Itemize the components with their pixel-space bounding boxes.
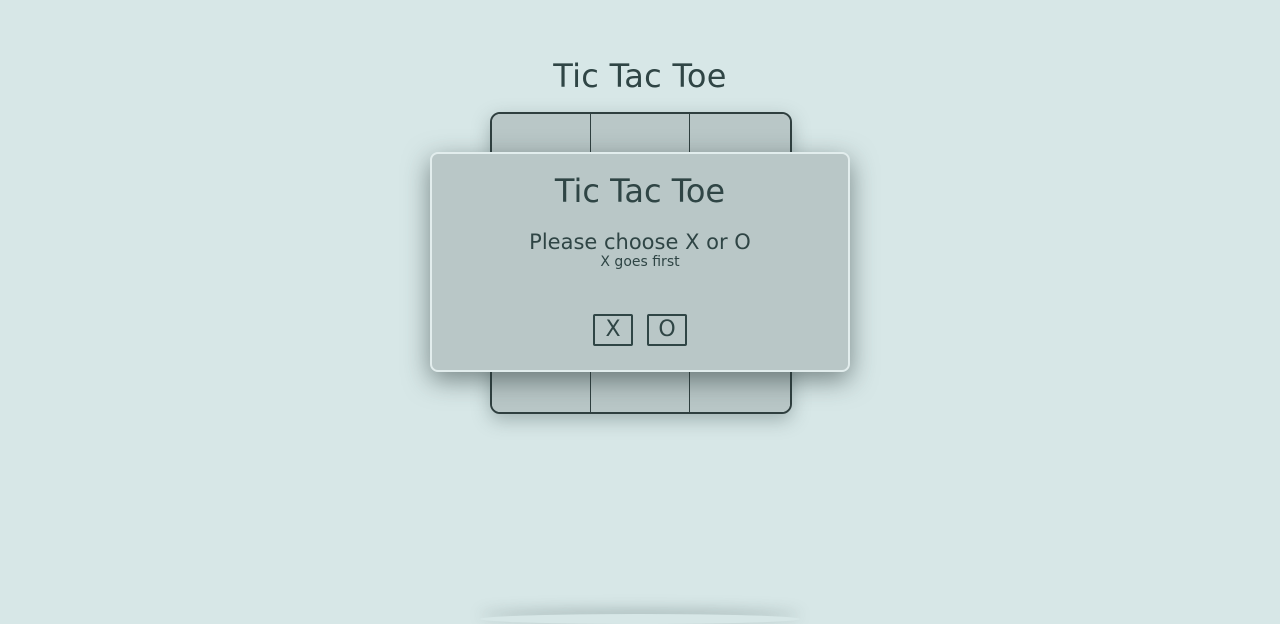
player-choice-group: X O [432,314,848,346]
modal-subtitle: X goes first [600,254,680,270]
choose-x-button[interactable]: X [593,314,633,346]
choose-player-modal: Tic Tac Toe Please choose X or O X goes … [430,152,850,372]
modal-title: Tic Tac Toe [554,172,726,210]
bottom-shadow [480,614,800,624]
choose-o-button[interactable]: O [647,314,687,346]
modal-prompt: Please choose X or O [529,230,751,254]
page-title: Tic Tac Toe [553,57,727,95]
